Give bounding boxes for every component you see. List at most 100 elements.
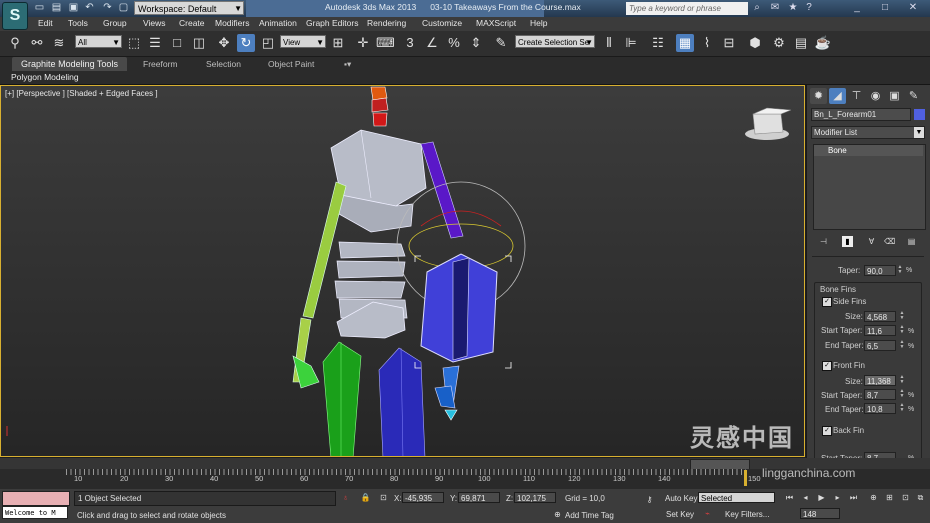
front-size-spinner[interactable]: 11,368: [864, 375, 896, 386]
absolute-mode-icon[interactable]: ⊡: [378, 492, 389, 503]
head-bones[interactable]: [370, 86, 389, 127]
perspective-viewport[interactable]: [0, 85, 805, 457]
current-frame-field[interactable]: 148: [800, 508, 840, 519]
minimize-icon[interactable]: _: [850, 1, 864, 15]
open-file-icon[interactable]: ▤: [50, 2, 63, 14]
graphite-toggle-icon[interactable]: ▦: [676, 34, 694, 52]
show-end-result-icon[interactable]: ▮: [842, 236, 853, 247]
spinner-arrows-icon[interactable]: ▲ ▼: [899, 389, 905, 400]
named-selection-set-dropdown[interactable]: Create Selection Se ▼: [515, 35, 595, 48]
front-fin-checkbox[interactable]: ✓: [822, 361, 832, 371]
side-fins-checkbox[interactable]: ✓: [822, 297, 832, 307]
help-icon[interactable]: ?: [802, 1, 816, 15]
communication-icon[interactable]: ✉: [768, 1, 782, 15]
chest-bone[interactable]: [330, 129, 427, 233]
snap-toggle-icon[interactable]: 3: [401, 34, 419, 52]
menu-customize[interactable]: Customize: [422, 18, 462, 28]
selection-filter-dropdown[interactable]: All ▼: [75, 35, 122, 48]
maxscript-listener-output[interactable]: Welcome to M: [2, 506, 68, 519]
schematic-view-icon[interactable]: ⊟: [720, 34, 738, 52]
isolate-icon[interactable]: ♁: [340, 492, 351, 503]
new-file-icon[interactable]: ▭: [33, 2, 46, 14]
maximize-viewport-icon[interactable]: ⧉: [915, 492, 926, 503]
menu-create[interactable]: Create: [179, 18, 205, 28]
menu-tools[interactable]: Tools: [68, 18, 88, 28]
redo-icon[interactable]: ↷: [101, 2, 114, 14]
select-by-name-icon[interactable]: ☰: [146, 34, 164, 52]
select-and-rotate-icon[interactable]: ↻: [237, 34, 255, 52]
modifier-list-dropdown[interactable]: Modifier List ▼: [811, 126, 925, 139]
create-panel-icon[interactable]: ✹: [810, 88, 827, 104]
x-coordinate-field[interactable]: -45,935: [402, 492, 444, 503]
tab-freeform[interactable]: Freeform: [143, 57, 177, 71]
spinner-snap-icon[interactable]: ⇕: [467, 34, 485, 52]
auto-key-button[interactable]: Auto Key: [665, 494, 697, 503]
modify-panel-icon[interactable]: ◢: [829, 88, 846, 104]
viewport-label[interactable]: [+] [Perspective ] [Shaded + Edged Faces…: [5, 89, 158, 98]
z-coordinate-field[interactable]: 102,175: [514, 492, 556, 503]
material-editor-icon[interactable]: ⬢: [746, 34, 764, 52]
angle-snap-icon[interactable]: ∠: [423, 34, 441, 52]
select-and-scale-icon[interactable]: ◰: [259, 34, 277, 52]
menu-animation[interactable]: Animation: [259, 18, 297, 28]
unlink-icon[interactable]: ⚯: [28, 34, 46, 52]
hierarchy-panel-icon[interactable]: ⊤: [848, 88, 865, 104]
go-to-start-icon[interactable]: ⏮: [784, 492, 795, 503]
render-setup-icon[interactable]: ⚙: [770, 34, 788, 52]
upper-arm-bone-purple[interactable]: [420, 141, 464, 239]
play-icon[interactable]: ▶: [816, 492, 827, 503]
align-icon[interactable]: ⊫: [622, 34, 640, 52]
tab-object-paint[interactable]: Object Paint: [268, 57, 314, 71]
side-size-spinner[interactable]: 4,568: [864, 311, 896, 322]
menu-maxscript[interactable]: MAXScript: [476, 18, 516, 28]
stack-item-bone[interactable]: Bone: [814, 145, 923, 156]
layer-manager-icon[interactable]: ☷: [649, 34, 667, 52]
tab-graphite-modeling-tools[interactable]: Graphite Modeling Tools: [12, 57, 127, 71]
make-unique-icon[interactable]: ∀: [866, 236, 877, 247]
maximize-icon[interactable]: □: [878, 1, 892, 15]
menu-rendering[interactable]: Rendering: [367, 18, 406, 28]
previous-frame-icon[interactable]: ◂: [800, 492, 811, 503]
time-tag-icon[interactable]: ⊕: [552, 509, 563, 520]
save-icon[interactable]: ▣: [67, 2, 80, 14]
go-to-end-icon[interactable]: ⏭: [848, 492, 859, 503]
bind-space-warp-icon[interactable]: ≋: [50, 34, 68, 52]
menu-graph-editors[interactable]: Graph Editors: [306, 18, 358, 28]
y-coordinate-field[interactable]: 69,871: [458, 492, 500, 503]
zoom-all-icon[interactable]: ⊞: [884, 492, 895, 503]
motion-panel-icon[interactable]: ◉: [867, 88, 884, 104]
tab-selection[interactable]: Selection: [206, 57, 241, 71]
spinner-arrows-icon[interactable]: ▲ ▼: [899, 340, 905, 351]
right-leg-bone-green[interactable]: [322, 341, 362, 457]
maxscript-mini-listener[interactable]: [2, 491, 70, 506]
hold-icon[interactable]: ▢: [117, 2, 130, 14]
spinner-arrows-icon[interactable]: ▲ ▼: [899, 325, 905, 336]
key-icon[interactable]: ⚷: [644, 494, 655, 505]
lock-selection-icon[interactable]: 🔒: [360, 492, 371, 503]
spinner-arrows-icon[interactable]: ▲ ▼: [899, 375, 905, 386]
zoom-extents-icon[interactable]: ⊡: [900, 492, 911, 503]
undo-icon[interactable]: ↶: [83, 2, 96, 14]
viewcube[interactable]: [745, 107, 792, 140]
percent-snap-icon[interactable]: %: [445, 34, 463, 52]
ribbon-options-icon[interactable]: ▪▾: [344, 57, 351, 71]
subscription-icon[interactable]: ★: [786, 1, 800, 15]
reference-coordinate-dropdown[interactable]: View ▼: [280, 35, 326, 48]
search-input[interactable]: Type a keyword or phrase: [626, 2, 748, 15]
polygon-modeling-panel[interactable]: Polygon Modeling: [11, 72, 79, 82]
configure-modifier-sets-icon[interactable]: ▤: [906, 236, 917, 247]
zoom-icon[interactable]: ⊕: [868, 492, 879, 503]
rendered-frame-window-icon[interactable]: ▤: [792, 34, 810, 52]
spinner-arrows-icon[interactable]: ▲ ▼: [897, 265, 903, 276]
front-start-taper-spinner[interactable]: 8,7: [864, 389, 896, 400]
menu-views[interactable]: Views: [143, 18, 166, 28]
menu-group[interactable]: Group: [103, 18, 127, 28]
spinner-arrows-icon[interactable]: ▲ ▼: [899, 403, 905, 414]
rectangular-region-icon[interactable]: □: [168, 34, 186, 52]
side-start-taper-spinner[interactable]: 11,6: [864, 325, 896, 336]
remove-modifier-icon[interactable]: ⌫: [884, 236, 895, 247]
spinner-arrows-icon[interactable]: ▲ ▼: [899, 311, 905, 322]
front-end-taper-spinner[interactable]: 10,8: [864, 403, 896, 414]
binoculars-icon[interactable]: ⌕: [750, 1, 764, 15]
edit-named-selection-icon[interactable]: ✎: [492, 34, 510, 52]
